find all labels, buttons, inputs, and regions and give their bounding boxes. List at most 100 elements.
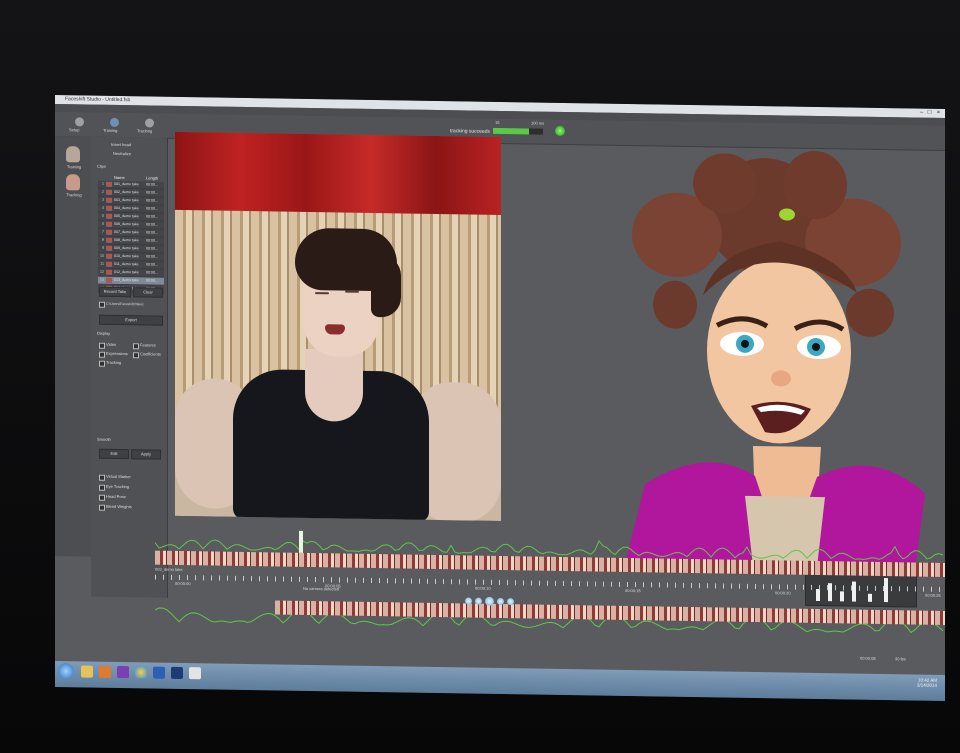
paint-icon[interactable]: [189, 667, 201, 680]
take-length: 00:00...: [146, 254, 158, 259]
folder-icon[interactable]: [81, 665, 93, 678]
tracking-option-checkbox[interactable]: [99, 474, 105, 481]
take-length: 00:00...: [146, 222, 158, 227]
tracking-option-checkbox[interactable]: [99, 484, 105, 491]
take-thumbnail: [106, 189, 112, 195]
chrome-icon[interactable]: [135, 666, 147, 679]
tab-training[interactable]: Training: [103, 128, 117, 133]
word-icon[interactable]: [153, 666, 165, 679]
tab-setup[interactable]: Setup: [69, 127, 79, 132]
application-window: Faceshift Studio - Untitled.fsb – □ × Fi…: [55, 95, 945, 701]
save-checkbox[interactable]: [99, 301, 105, 308]
maximize-button[interactable]: □: [926, 110, 933, 116]
apply-button[interactable]: Apply: [131, 449, 161, 460]
tracking-status-led-icon: [555, 125, 565, 137]
performer-mouth: [325, 324, 345, 335]
take-length: 00:00...: [146, 278, 158, 283]
camera-status: No camera detected: [303, 585, 340, 592]
display-option-checkbox[interactable]: [133, 352, 139, 359]
tracking-quality-bar: [493, 127, 543, 135]
display-option-label: Features: [140, 342, 156, 348]
export-button[interactable]: Export: [99, 314, 163, 326]
take-thumbnail: [106, 237, 112, 243]
performer-hair-side: [371, 254, 401, 318]
row-number: 1: [102, 181, 104, 186]
display-option-checkbox[interactable]: [99, 351, 105, 358]
column-length-header: Length: [146, 175, 159, 181]
edit-button[interactable]: Edit: [99, 448, 129, 460]
neutralize-button[interactable]: Neutralize: [113, 151, 131, 156]
webcam-video-feed: [175, 131, 501, 522]
row-number: 7: [102, 229, 104, 234]
photoshop-icon[interactable]: [171, 666, 183, 680]
save-path-text: C:\Users\Faceshift\Takes: [106, 301, 144, 307]
record-icon[interactable]: [145, 118, 154, 128]
take-thumbnail: [106, 245, 112, 251]
take-name: 001_demo take: [114, 181, 139, 187]
minimize-button[interactable]: –: [918, 110, 925, 116]
take-name: 009_demo take: [114, 245, 139, 251]
head-icon[interactable]: [66, 146, 80, 163]
take-length: 00:00...: [146, 214, 158, 219]
clips-table-body: 1 001_demo take 00:00... 2 002_demo take 00:0…: [98, 180, 164, 294]
close-button[interactable]: ×: [935, 110, 942, 116]
take-name: 005_demo take: [114, 213, 139, 219]
faceshift-icon[interactable]: [117, 665, 129, 679]
tracking-option-label: Virtual Marker: [106, 473, 131, 480]
tracking-options: Virtual Marker Eye Tracking Head Pose Blend…: [91, 137, 167, 511]
take-name: 010_demo take: [114, 253, 139, 259]
record-take-button[interactable]: Record Take: [99, 286, 131, 298]
current-time: 00:00:08: [860, 655, 876, 661]
tracking-option-label: Eye Tracking: [106, 483, 130, 490]
take-thumbnail: [106, 221, 112, 227]
take-length: 00:00...: [146, 206, 158, 211]
row-number: 4: [102, 205, 104, 210]
mode-tracking-label: Tracking: [66, 192, 82, 198]
next-frame-button[interactable]: [497, 597, 504, 606]
take-thumbnail: [106, 261, 112, 267]
take-thumbnail: [106, 229, 112, 235]
display-option-label: Expressions: [106, 350, 128, 357]
tracking-option-checkbox[interactable]: [99, 504, 105, 511]
fast-forward-button[interactable]: [507, 598, 514, 606]
display-section-label: Display: [97, 330, 111, 336]
display-option-label: Coefficients: [140, 351, 161, 357]
monitor-bezel: Faceshift Studio - Untitled.fsb – □ × Fi…: [0, 0, 960, 753]
display-option-checkbox[interactable]: [99, 342, 105, 349]
start-button-icon[interactable]: [58, 663, 74, 680]
take-name: 003_demo take: [114, 197, 139, 203]
head-icon[interactable]: [66, 174, 80, 191]
clear-button[interactable]: Clear: [133, 287, 163, 298]
take-length: 00:00...: [146, 270, 158, 275]
row-number: 8: [102, 237, 104, 242]
row-number: 5: [102, 213, 104, 218]
row-number: 11: [100, 261, 104, 266]
row-number: 9: [102, 245, 104, 250]
rewind-button[interactable]: [465, 597, 472, 605]
performer-neck: [305, 348, 363, 422]
frame-rate: 30 fps: [895, 656, 906, 662]
playhead-marker[interactable]: [299, 530, 303, 553]
display-option-checkbox[interactable]: [133, 343, 139, 350]
take-length: 00:00...: [146, 182, 158, 187]
prev-frame-button[interactable]: [475, 597, 482, 605]
display-option-checkbox[interactable]: [99, 360, 105, 367]
performer-left-eye: [315, 292, 329, 295]
take-name: 002_demo take: [114, 189, 139, 195]
insert-head-label[interactable]: Insert head: [111, 142, 131, 147]
take-thumbnail: [106, 205, 112, 211]
system-tray[interactable]: 10:42 AM 3/14/2014: [917, 678, 937, 688]
take-thumbnail: [106, 181, 112, 187]
camera-icon[interactable]: [75, 117, 84, 127]
globe-icon[interactable]: [110, 117, 119, 128]
row-number: 12: [100, 269, 104, 274]
tracking-option-checkbox[interactable]: [99, 494, 105, 501]
media-icon[interactable]: [99, 665, 111, 678]
clock-date: 3/14/2014: [916, 682, 937, 688]
tab-tracking[interactable]: Tracking: [137, 128, 152, 133]
take-length: 00:00...: [146, 238, 158, 243]
tracking-status-label: tracking succeeds: [450, 128, 491, 135]
take-length: 00:00...: [146, 190, 158, 195]
take-thumbnail: [106, 269, 112, 275]
play-button[interactable]: [485, 596, 494, 606]
